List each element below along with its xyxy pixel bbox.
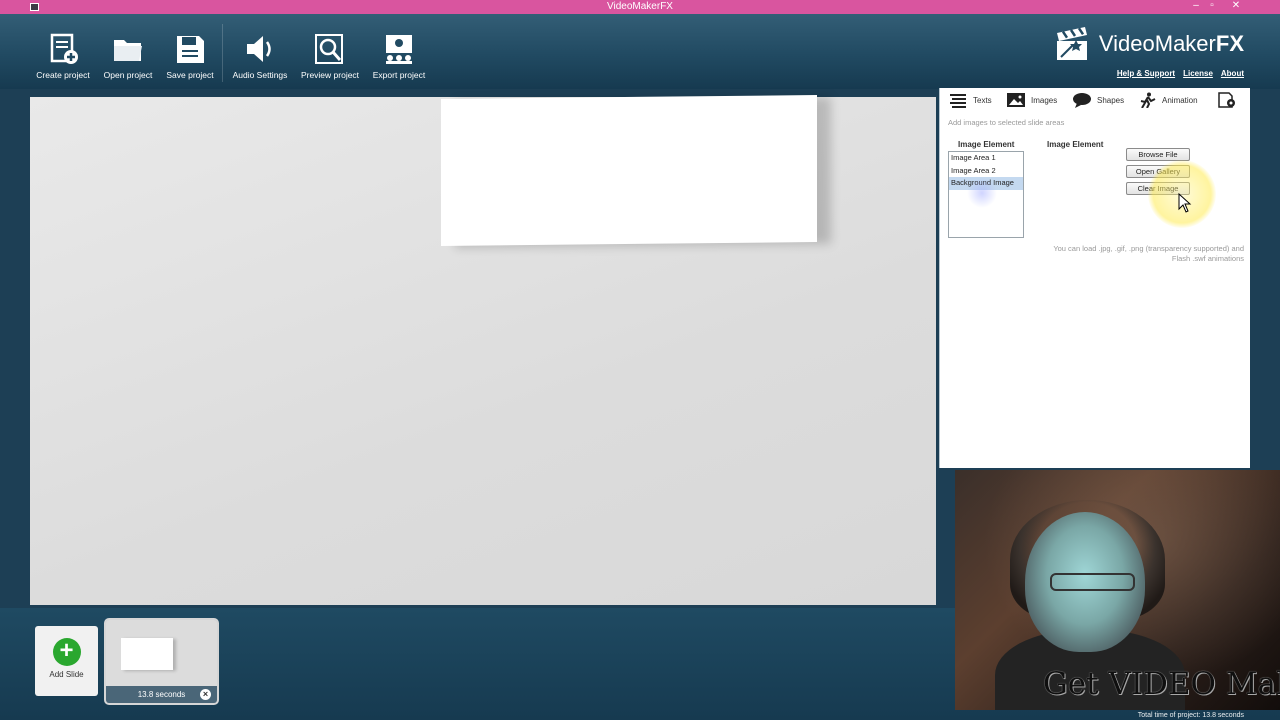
remove-slide-button[interactable]: × <box>200 689 211 700</box>
license-link[interactable]: License <box>1183 69 1213 78</box>
minimize-button[interactable]: – <box>1188 0 1204 11</box>
magnifier-icon <box>315 34 343 64</box>
about-link[interactable]: About <box>1221 69 1244 78</box>
export-project-label: Export project <box>372 70 426 80</box>
create-project-button[interactable]: Create project <box>28 14 98 89</box>
open-project-label: Open project <box>103 70 153 80</box>
tab-texts[interactable]: Texts <box>948 91 992 109</box>
add-icon: + <box>52 638 81 666</box>
tab-animation-label: Animation <box>1162 95 1198 105</box>
maximize-button[interactable]: ▫ <box>1204 0 1220 11</box>
clapperboard-icon <box>1056 27 1087 60</box>
slide-thumbnail-image <box>106 620 217 688</box>
folder-icon <box>114 40 142 61</box>
webcam-overlay: Get VIDEO Maker FX <box>955 470 1280 710</box>
total-time: Total time of project: 13.8 seconds <box>1137 712 1244 719</box>
image-column-heading: Image Element <box>1047 140 1104 149</box>
tab-animation[interactable]: Animation <box>1137 91 1198 109</box>
create-project-icon <box>50 33 78 64</box>
tab-settings[interactable] <box>1217 91 1242 109</box>
webcam-glasses <box>1050 573 1135 591</box>
click-highlight <box>967 178 997 208</box>
speaker-icon <box>247 36 271 62</box>
file-type-note: You can load .jpg, .gif, .png (transpare… <box>1024 244 1244 263</box>
mouse-pointer-icon <box>1178 193 1192 213</box>
save-icon <box>177 36 204 63</box>
list-column-heading: Image Element <box>958 140 1015 149</box>
list-item-image-area-2[interactable]: Image Area 2 <box>949 165 1023 178</box>
brand-name-bold: FX <box>1215 31 1244 56</box>
window-title: VideoMakerFX <box>607 1 673 12</box>
properties-panel: Texts Images Shapes Animation Add images… <box>939 88 1250 468</box>
images-icon <box>1007 93 1025 107</box>
tab-texts-label: Texts <box>973 95 992 105</box>
brand-name-regular: VideoMaker <box>1098 31 1216 56</box>
header-links: Help & Support License About <box>1117 69 1244 78</box>
tab-images[interactable]: Images <box>1006 91 1057 109</box>
audio-settings-label: Audio Settings <box>232 70 288 80</box>
list-item-image-area-1[interactable]: Image Area 1 <box>949 152 1023 165</box>
page-settings-icon <box>1218 92 1235 108</box>
save-project-button[interactable]: Save project <box>155 14 225 89</box>
audio-settings-button[interactable]: Audio Settings <box>225 14 295 89</box>
main-toolbar: Create project Open project Save project… <box>0 14 1280 89</box>
window-titlebar: VideoMakerFX – ▫ ✕ <box>0 0 1280 14</box>
tab-images-label: Images <box>1031 95 1058 105</box>
add-slide-label: Add Slide <box>49 670 84 679</box>
texts-icon <box>950 94 966 108</box>
file-type-note-line-2: Flash .swf animations <box>1171 253 1244 263</box>
close-button[interactable]: ✕ <box>1228 0 1244 11</box>
create-project-label: Create project <box>36 70 90 80</box>
toolbar-separator <box>222 24 223 82</box>
shapes-icon <box>1073 93 1091 108</box>
animation-icon <box>1140 92 1156 108</box>
help-support-link[interactable]: Help & Support <box>1117 69 1175 78</box>
brand-logo: VideoMakerFX <box>1053 24 1244 64</box>
preview-project-label: Preview project <box>300 70 360 80</box>
export-project-button[interactable]: Export project <box>364 14 434 89</box>
file-type-note-line-1: You can load .jpg, .gif, .png (transpare… <box>1053 244 1244 253</box>
export-icon <box>386 35 412 64</box>
tab-shapes-label: Shapes <box>1097 95 1125 105</box>
brand-name: VideoMakerFX <box>1099 31 1244 57</box>
panel-hint: Add images to selected slide areas <box>948 118 1065 127</box>
add-slide-button[interactable]: + Add Slide <box>35 626 98 696</box>
slide-thumbnail[interactable]: 13.8 seconds × <box>104 618 219 705</box>
slide-paper-element[interactable] <box>441 95 817 246</box>
slide-canvas[interactable] <box>30 95 936 605</box>
panel-tabs: Texts Images Shapes Animation <box>940 88 1251 110</box>
save-project-label: Save project <box>166 70 214 80</box>
preview-project-button[interactable]: Preview project <box>295 14 365 89</box>
tab-shapes[interactable]: Shapes <box>1072 91 1124 109</box>
webcam-overlay-text: Get VIDEO Maker FX <box>1043 666 1280 702</box>
open-project-button[interactable]: Open project <box>93 14 163 89</box>
